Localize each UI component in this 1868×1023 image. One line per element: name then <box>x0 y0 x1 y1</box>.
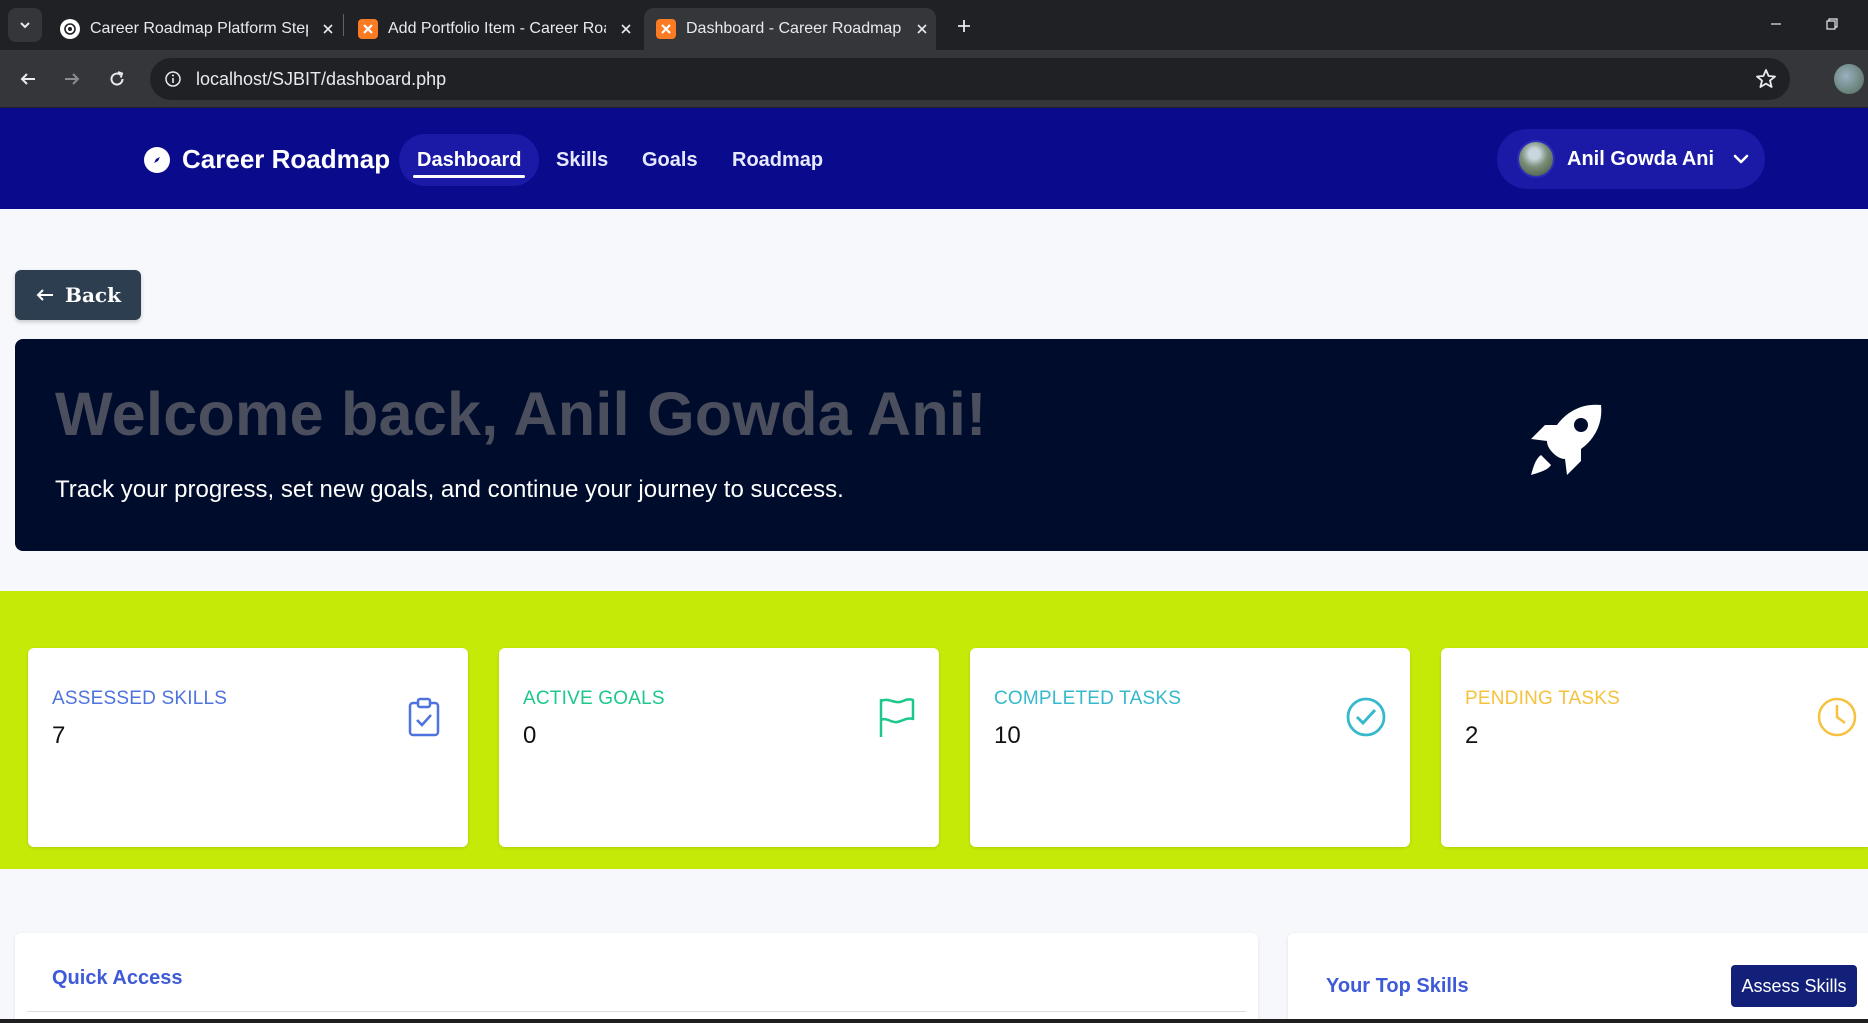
welcome-banner: Welcome back, Anil Gowda Ani! Track your… <box>15 339 1868 551</box>
page-content: Career Roadmap Dashboard Skills Goals Ro… <box>0 108 1868 1023</box>
stat-card-assessed-skills[interactable]: ASSESSED SKILLS 7 <box>28 648 468 847</box>
browser-toolbar: localhost/SJBIT/dashboard.php <box>0 50 1868 108</box>
plus-icon <box>958 20 970 32</box>
site-info-icon[interactable] <box>160 66 186 92</box>
xampp-icon <box>656 19 676 39</box>
chatgpt-icon <box>60 19 80 39</box>
brand-name: Career Roadmap <box>182 144 391 174</box>
close-tab-icon[interactable] <box>314 15 342 43</box>
site-navbar: Career Roadmap Dashboard Skills Goals Ro… <box>0 108 1868 209</box>
forward-nav-button[interactable] <box>54 61 90 97</box>
stat-card-pending-tasks[interactable]: PENDING TASKS 2 <box>1441 648 1868 847</box>
quick-access-panel: Quick Access <box>15 933 1258 1023</box>
welcome-subtitle: Track your progress, set new goals, and … <box>55 476 844 503</box>
nav-skills[interactable]: Skills <box>538 134 626 186</box>
window-bottom-edge <box>0 1019 1868 1023</box>
stat-value: 0 <box>523 722 537 749</box>
arrow-left-icon <box>36 289 54 301</box>
divider <box>27 1011 1246 1012</box>
user-name: Anil Gowda Ani <box>1567 147 1715 170</box>
stat-label: PENDING TASKS <box>1465 688 1620 709</box>
restore-button[interactable] <box>1810 8 1854 40</box>
back-button[interactable]: Back <box>15 270 141 320</box>
arrow-left-icon <box>20 73 35 85</box>
chevron-down-icon <box>1733 154 1749 164</box>
back-button-label: Back <box>65 283 121 307</box>
tab-title: Add Portfolio Item - Career Roadmap <box>388 20 606 37</box>
stat-card-active-goals[interactable]: ACTIVE GOALS 0 <box>499 648 939 847</box>
tab-title: Dashboard - Career Roadmap Generator <box>686 20 902 37</box>
back-nav-button[interactable] <box>10 61 46 97</box>
restore-icon <box>1826 18 1838 30</box>
flag-icon <box>879 698 915 737</box>
minimize-button[interactable] <box>1754 8 1798 40</box>
close-tab-icon[interactable] <box>612 15 640 43</box>
reload-button[interactable] <box>99 61 135 97</box>
stat-label: ASSESSED SKILLS <box>52 688 228 709</box>
clipboard-check-icon <box>408 697 440 737</box>
tab-title: Career Roadmap Platform Steps <box>90 20 308 37</box>
minimize-icon <box>1771 23 1781 25</box>
stat-value: 7 <box>52 722 66 749</box>
reload-icon <box>110 71 124 86</box>
stat-value: 2 <box>1465 722 1479 749</box>
arrow-right-icon <box>65 73 80 85</box>
nav-roadmap[interactable]: Roadmap <box>714 134 841 186</box>
stat-label: ACTIVE GOALS <box>523 688 665 709</box>
clock-icon <box>1817 697 1857 737</box>
xampp-icon <box>358 19 378 39</box>
chevron-down-icon <box>20 22 30 29</box>
new-tab-button[interactable] <box>948 10 980 42</box>
top-skills-title: Your Top Skills <box>1326 975 1469 997</box>
avatar <box>1517 140 1555 178</box>
close-tab-icon[interactable] <box>908 15 936 43</box>
rocket-icon <box>1531 404 1602 475</box>
tab-search-button[interactable] <box>8 8 42 42</box>
nav-dashboard[interactable]: Dashboard <box>399 134 540 186</box>
browser-profile-avatar[interactable] <box>1834 64 1864 94</box>
user-menu[interactable]: Anil Gowda Ani <box>1497 129 1765 189</box>
url-text: localhost/SJBIT/dashboard.php <box>196 69 447 89</box>
address-bar[interactable]: localhost/SJBIT/dashboard.php <box>150 58 1790 100</box>
stat-value: 10 <box>994 722 1021 749</box>
welcome-title: Welcome back, Anil Gowda Ani! <box>55 380 987 448</box>
bookmark-star-icon[interactable] <box>1754 67 1778 91</box>
stat-label: COMPLETED TASKS <box>994 688 1182 709</box>
tab-separator <box>343 14 344 36</box>
browser-tab-bar: Career Roadmap Platform Steps Add Portfo… <box>0 0 1868 50</box>
stats-section: ASSESSED SKILLS 7 ACTIVE GOALS 0 COMPLET… <box>0 591 1868 869</box>
assess-skills-button[interactable]: Assess Skills <box>1731 965 1857 1007</box>
check-circle-icon <box>1346 697 1386 737</box>
brand-logo[interactable]: Career Roadmap <box>144 144 390 175</box>
quick-access-title: Quick Access <box>52 967 183 989</box>
compass-icon <box>144 146 170 173</box>
browser-tab[interactable]: Add Portfolio Item - Career Roadmap <box>346 8 640 50</box>
stat-card-completed-tasks[interactable]: COMPLETED TASKS 10 <box>970 648 1410 847</box>
browser-tab-active[interactable]: Dashboard - Career Roadmap Generator <box>644 8 936 50</box>
browser-tab[interactable]: Career Roadmap Platform Steps <box>48 8 342 50</box>
nav-goals[interactable]: Goals <box>624 134 716 186</box>
